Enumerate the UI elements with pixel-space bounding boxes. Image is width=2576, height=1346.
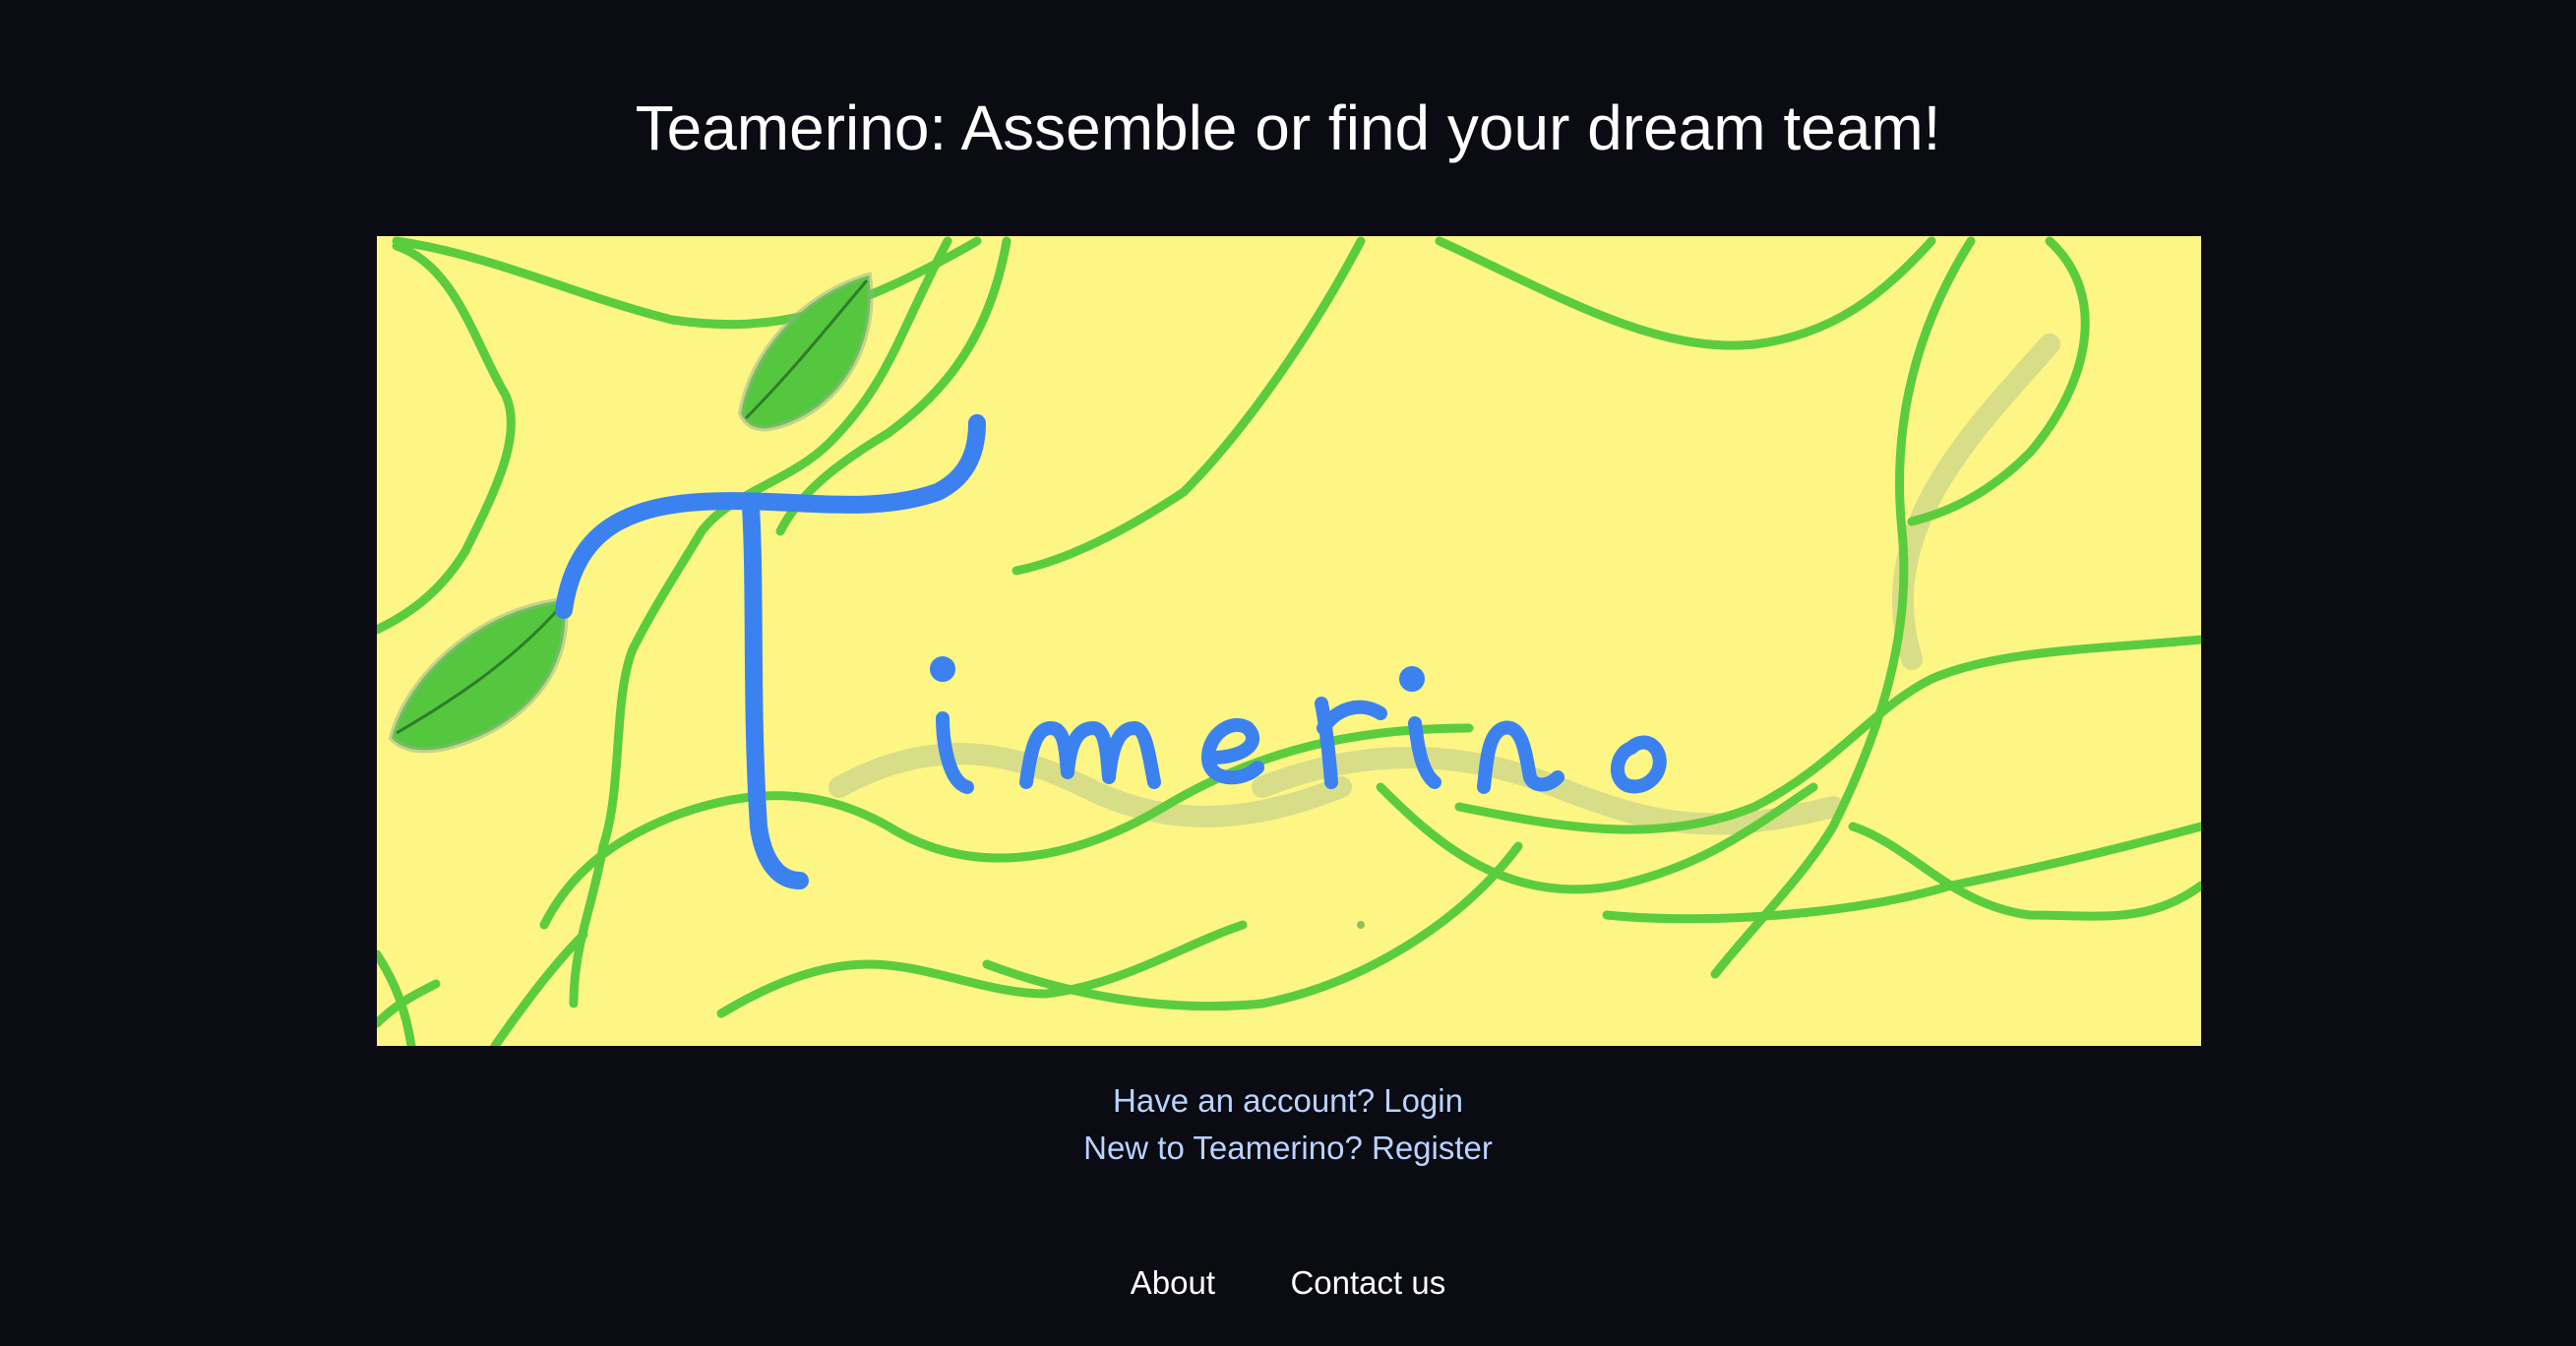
register-link[interactable]: New to Teamerino? Register: [0, 1125, 2576, 1172]
login-link[interactable]: Have an account? Login: [0, 1077, 2576, 1125]
footer-nav: About Contact us: [0, 1264, 2576, 1302]
teamerino-logo-drawing: [377, 236, 2201, 1046]
about-link[interactable]: About: [1131, 1264, 1215, 1302]
page-title: Teamerino: Assemble or find your dream t…: [635, 92, 1941, 163]
landing-page: Teamerino: Assemble or find your dream t…: [0, 0, 2576, 1346]
hero-banner: [377, 236, 2201, 1046]
contact-link[interactable]: Contact us: [1290, 1264, 1445, 1302]
auth-links: Have an account? Login New to Teamerino?…: [0, 1077, 2576, 1172]
